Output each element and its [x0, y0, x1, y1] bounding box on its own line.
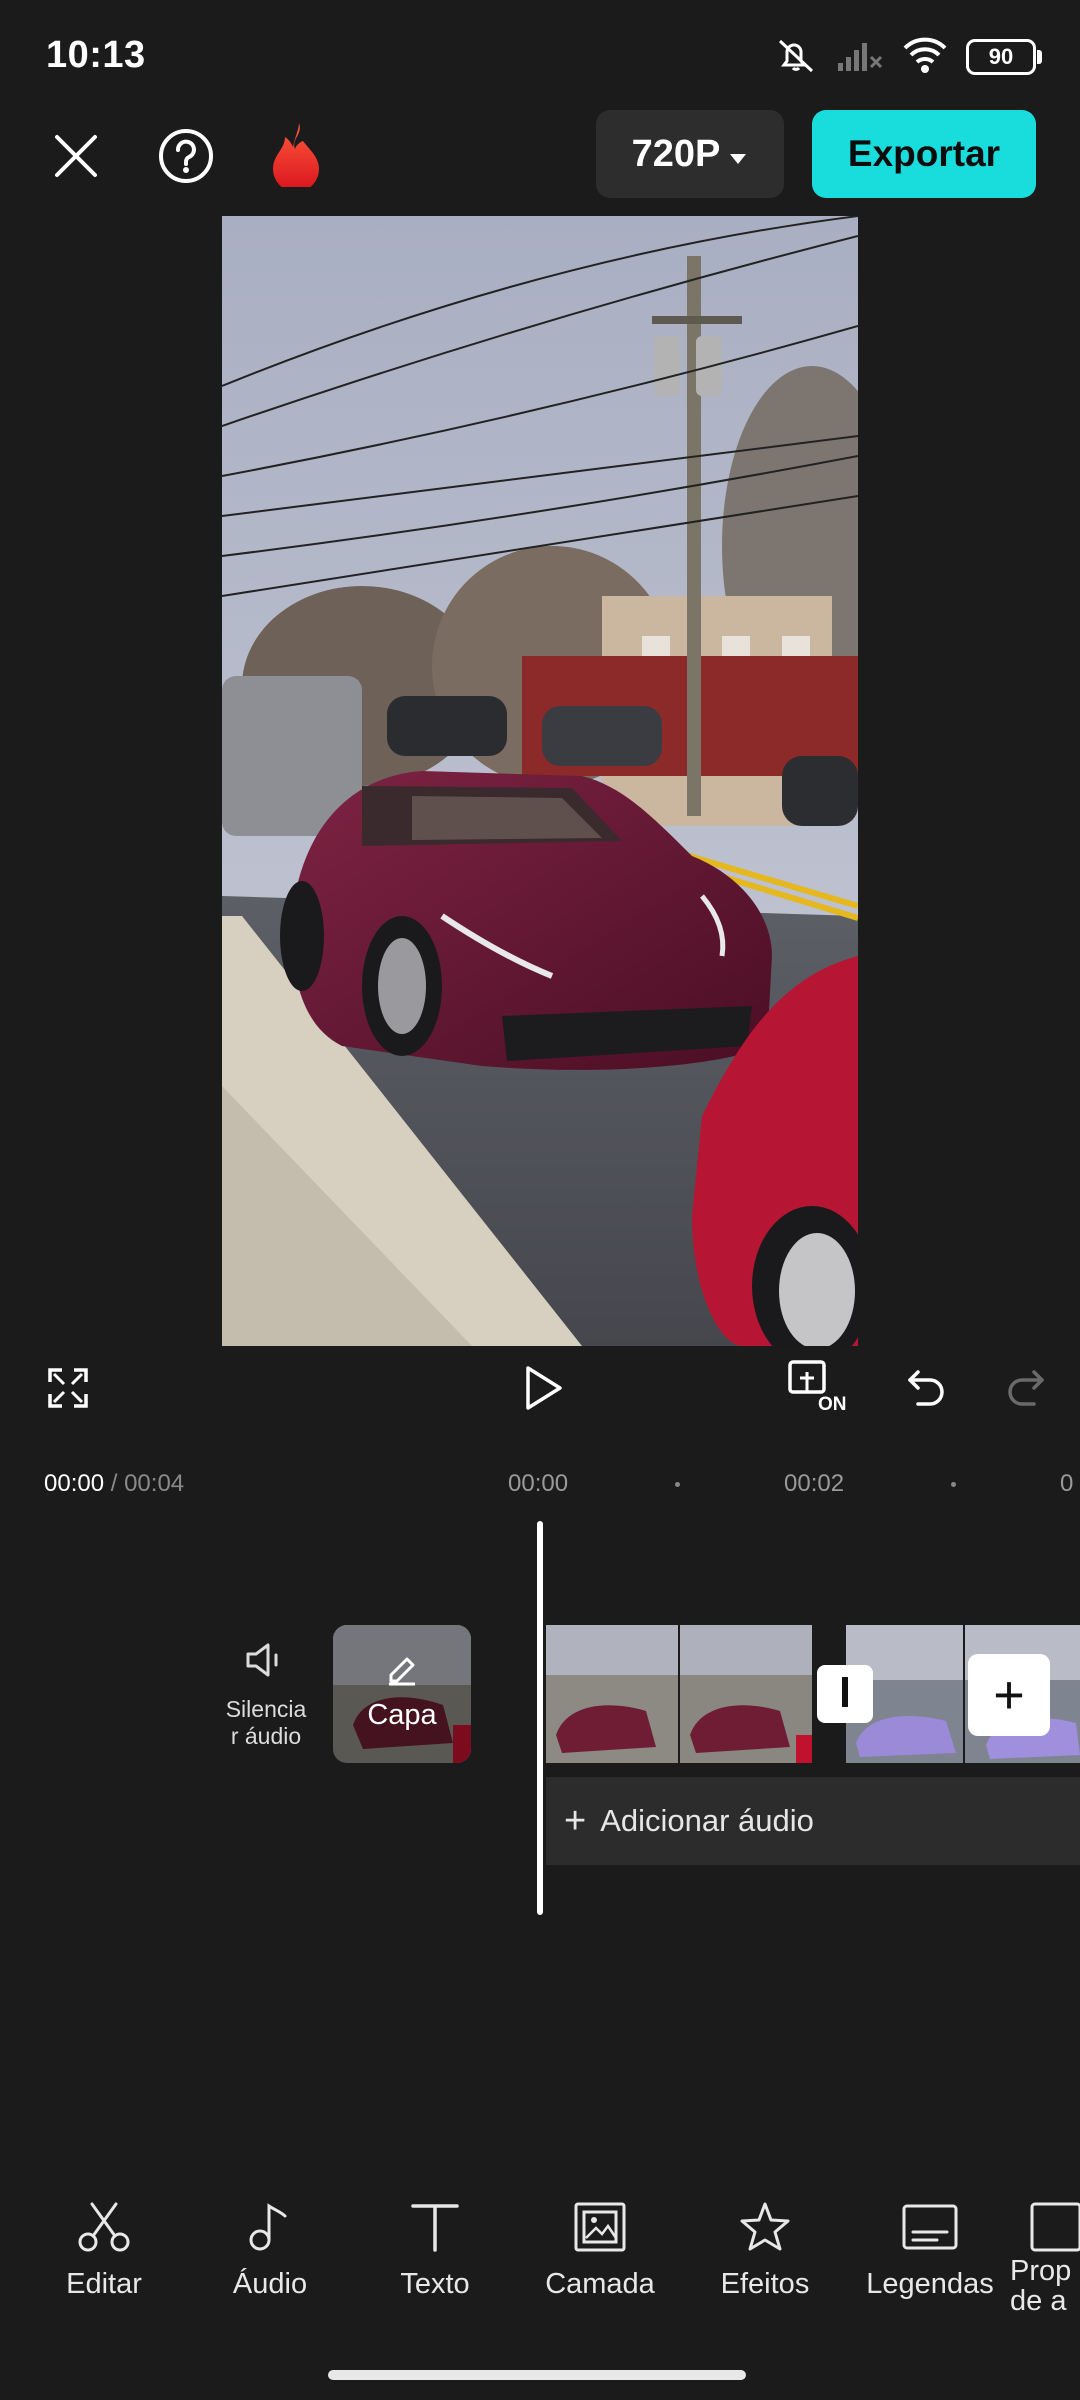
battery-level: 90 — [988, 44, 1014, 69]
tool-label: Efeitos — [720, 2268, 810, 2300]
redo-icon[interactable] — [1000, 1362, 1050, 1412]
tool-editar[interactable]: Editar — [29, 2200, 179, 2301]
aspect-ratio-icon — [1030, 2202, 1080, 2252]
current-time: 00:00 — [44, 1470, 105, 1497]
cover-label: Capa — [367, 1699, 437, 1731]
tool-label: Camada — [545, 2268, 655, 2300]
ruler-dot — [675, 1482, 680, 1487]
video-preview[interactable] — [222, 216, 858, 1346]
time-separator: / — [104, 1470, 125, 1497]
battery-icon: 90 — [966, 39, 1042, 75]
wifi-icon — [902, 36, 948, 79]
clip-thumbnail — [546, 1625, 678, 1763]
plus-icon: + — [564, 1799, 587, 1842]
tool-efeitos[interactable]: Efeitos — [690, 2200, 840, 2301]
fire-icon[interactable] — [266, 118, 326, 190]
add-clip-button[interactable]: + — [968, 1654, 1050, 1736]
help-icon[interactable] — [154, 124, 218, 188]
transition-button[interactable] — [817, 1665, 873, 1723]
close-icon[interactable] — [44, 124, 108, 188]
ruler-label-2: 0 — [1060, 1470, 1074, 1497]
add-audio-label: Adicionar áudio — [600, 1803, 814, 1838]
tool-label: Editar — [66, 2268, 142, 2300]
add-audio-button[interactable]: + Adicionar áudio — [546, 1777, 1080, 1865]
preview-on-label: ON — [818, 1394, 847, 1415]
scissors-icon — [78, 2202, 130, 2252]
pencil-icon — [385, 1651, 419, 1692]
total-time: 00:04 — [124, 1470, 185, 1497]
ruler-label-1: 00:02 — [784, 1470, 845, 1497]
speaker-icon — [220, 1640, 312, 1686]
ruler-label-0: 00:00 — [508, 1470, 569, 1497]
tool-camada[interactable]: Camada — [525, 2200, 675, 2301]
plus-icon: + — [993, 1665, 1025, 1725]
playhead[interactable] — [537, 1521, 543, 1915]
undo-icon[interactable] — [902, 1362, 952, 1412]
tool-proporcao[interactable]: Prop de a — [1010, 2200, 1080, 2316]
mute-icon — [774, 35, 818, 80]
tool-label: Texto — [400, 2268, 470, 2300]
resolution-label: 720P — [631, 132, 721, 175]
timecode: 00:00 / 00:04 — [44, 1470, 184, 1498]
caret-down-icon — [728, 133, 748, 176]
resolution-selector[interactable]: 720P — [596, 110, 784, 198]
overlay-icon — [574, 2202, 626, 2252]
cover-button[interactable]: Capa — [333, 1625, 471, 1763]
preview-on-icon[interactable]: ON — [786, 1358, 852, 1420]
text-icon — [411, 2204, 459, 2252]
status-icons: 90 — [774, 34, 1042, 80]
fullscreen-icon[interactable] — [44, 1364, 92, 1412]
tool-legendas[interactable]: Legendas — [855, 2200, 1005, 2301]
tool-label-line2: de a — [1010, 2285, 1067, 2316]
status-time: 10:13 — [46, 34, 146, 76]
captions-icon — [902, 2204, 958, 2250]
mute-label-line1: Silencia — [225, 1696, 307, 1722]
tool-label: Legendas — [866, 2268, 994, 2300]
tool-audio[interactable]: Áudio — [195, 2200, 345, 2301]
mute-audio-button[interactable]: Silencia r áudio — [220, 1640, 312, 1750]
clip-thumbnail — [680, 1625, 812, 1763]
music-note-icon — [249, 2203, 287, 2251]
export-button[interactable]: Exportar — [812, 110, 1036, 198]
transition-icon — [840, 1676, 850, 1712]
home-indicator[interactable] — [328, 2370, 746, 2380]
mute-label-line2: r áudio — [230, 1723, 302, 1749]
signal-off-icon — [836, 37, 884, 78]
play-icon[interactable] — [516, 1362, 568, 1414]
effects-star-icon — [740, 2202, 790, 2251]
ruler-dot — [951, 1482, 956, 1487]
tool-texto[interactable]: Texto — [360, 2200, 510, 2301]
tool-label: Áudio — [232, 2268, 308, 2300]
tool-label-line1: Prop — [1010, 2255, 1072, 2287]
